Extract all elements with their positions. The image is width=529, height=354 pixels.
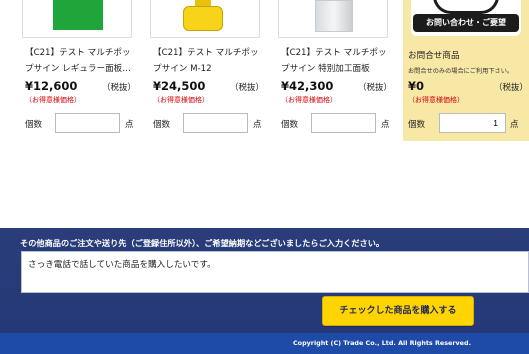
price-note: （お得意様価格） [25, 96, 81, 104]
clear-panel-image [315, 0, 353, 32]
green-signboard-image [53, 0, 103, 30]
inquiry-card: お問い合わせ・ご要望 お問合せ商品 お問合せのみの場合にご利用下さい。 ¥0 （… [403, 0, 529, 141]
product-price: ¥12,600 [25, 79, 78, 93]
quantity-input[interactable] [439, 113, 506, 133]
product-name[interactable]: 【C21】テスト マルチポッ プサイン M-12 [153, 45, 265, 77]
person-arms-icon [433, 0, 499, 14]
yellow-tank-image [183, 6, 223, 31]
product-name[interactable]: 【C21】テスト マルチポッ プサイン レギュラー面板… [25, 45, 137, 77]
footer: Copyright (C) Trade Co., Ltd. All Rights… [0, 333, 529, 354]
tax-label: （税抜） [357, 83, 392, 93]
order-heading: その他商品のご注文や送り先（ご登録住所以外）、ご希望納期などございましたらご入力… [20, 238, 385, 248]
inquiry-price: ¥0 [408, 79, 425, 93]
copyright-text: Copyright (C) Trade Co., Ltd. All Rights… [292, 339, 471, 347]
quantity-unit: 点 [510, 120, 519, 130]
quantity-unit: 点 [125, 120, 134, 130]
quantity-input[interactable] [311, 113, 376, 133]
product-image[interactable] [278, 0, 388, 38]
quantity-label: 個数 [153, 120, 171, 130]
quantity-unit: 点 [381, 120, 390, 130]
tax-label: （税抜） [229, 83, 264, 93]
price-note: （お得意様価格） [281, 96, 337, 104]
inquiry-banner-label: お問い合わせ・ご要望 [413, 14, 519, 32]
price-note: （お得意様価格） [153, 96, 209, 104]
product-list: 【C21】テスト マルチポッ プサイン レギュラー面板… ¥12,600 （税抜… [0, 0, 529, 228]
inquiry-description: お問合せのみの場合にご利用下さい。 [408, 68, 514, 75]
quantity-input[interactable] [183, 113, 248, 133]
quantity-unit: 点 [253, 120, 262, 130]
quantity-label: 個数 [408, 120, 426, 130]
tax-label: （税抜） [101, 83, 136, 93]
product-name[interactable]: 【C21】テスト マルチポッ プサイン 特別加工面板 [281, 45, 393, 77]
inquiry-banner[interactable]: お問い合わせ・ご要望 [411, 0, 521, 36]
quantity-label: 個数 [25, 120, 43, 130]
product-image[interactable] [150, 0, 260, 38]
product-price: ¥42,300 [281, 79, 334, 93]
tax-label: （税抜） [494, 83, 529, 93]
product-image[interactable] [22, 0, 132, 38]
price-note: （お得意様価格） [408, 96, 464, 104]
quantity-input[interactable] [55, 113, 120, 133]
inquiry-title: お問合せ商品 [408, 51, 460, 61]
order-message-textarea[interactable]: さっき電話で話していた商品を購入したいです。 [21, 251, 529, 293]
product-price: ¥24,500 [153, 79, 206, 93]
quantity-label: 個数 [281, 120, 299, 130]
purchase-button[interactable]: チェックした商品を購入する [322, 296, 474, 326]
